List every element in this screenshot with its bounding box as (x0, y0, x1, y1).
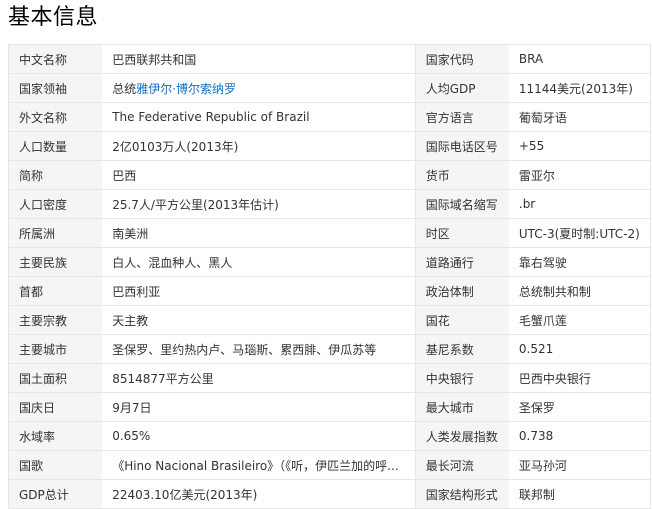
field-label: 人均GDP (414, 73, 509, 103)
field-label: 基尼系数 (414, 334, 509, 364)
field-value: +55 (508, 131, 651, 161)
field-label: 国际电话区号 (414, 131, 509, 161)
field-value: 8514877平方公里 (102, 363, 416, 393)
table-row: GDP总计 22403.10亿美元(2013年) 国家结构形式 联邦制 (8, 479, 651, 509)
field-value: 毛蟹爪莲 (508, 305, 651, 335)
field-value: 葡萄牙语 (508, 102, 651, 132)
field-value: 总统制共和制 (508, 276, 651, 306)
leader-name-link[interactable]: 雅伊尔·博尔索纳罗 (136, 82, 236, 96)
table-row: 主要城市 圣保罗、里约热内卢、马瑙斯、累西腓、伊瓜苏等 基尼系数 0.521 (8, 334, 651, 364)
field-label: 国家代码 (414, 44, 509, 74)
table-row: 国家领袖 总统雅伊尔·博尔索纳罗 人均GDP 11144美元(2013年) (8, 73, 651, 103)
basic-info-table: 中文名称 巴西联邦共和国 国家代码 BRA 国家领袖 总统雅伊尔·博尔索纳罗 人… (8, 44, 651, 509)
field-value-leader: 总统雅伊尔·博尔索纳罗 (102, 73, 416, 103)
field-label: 时区 (414, 218, 509, 248)
table-row: 水域率 0.65% 人类发展指数 0.738 (8, 421, 651, 451)
field-label: 所属洲 (8, 218, 103, 248)
field-value: 0.521 (508, 334, 651, 364)
field-value: 11144美元(2013年) (508, 73, 651, 103)
table-row: 中文名称 巴西联邦共和国 国家代码 BRA (8, 44, 651, 74)
field-value: 亚马孙河 (508, 450, 651, 480)
field-value: 巴西联邦共和国 (102, 44, 416, 74)
field-label: 人口数量 (8, 131, 103, 161)
table-row: 所属洲 南美洲 时区 UTC-3(夏时制:UTC-2) (8, 218, 651, 248)
table-row: 国歌 《Hino Nacional Brasileiro》（《听，伊匹兰加的呼.… (8, 450, 651, 480)
field-value: UTC-3(夏时制:UTC-2) (508, 218, 651, 248)
field-value: 天主教 (102, 305, 416, 335)
field-value: 圣保罗 (508, 392, 651, 422)
field-label: 首都 (8, 276, 103, 306)
field-value: 巴西 (102, 160, 416, 190)
field-label: 简称 (8, 160, 103, 190)
field-label: 最长河流 (414, 450, 509, 480)
field-label: 国家结构形式 (414, 479, 509, 509)
field-label: 主要民族 (8, 247, 103, 277)
field-label: 货币 (414, 160, 509, 190)
field-value: 白人、混血种人、黑人 (102, 247, 416, 277)
table-row: 国土面积 8514877平方公里 中央银行 巴西中央银行 (8, 363, 651, 393)
field-label: 人口密度 (8, 189, 103, 219)
table-row: 简称 巴西 货币 雷亚尔 (8, 160, 651, 190)
field-label: 国花 (414, 305, 509, 335)
field-label: 国家领袖 (8, 73, 103, 103)
field-value: 巴西中央银行 (508, 363, 651, 393)
field-label: 国庆日 (8, 392, 103, 422)
field-value: 南美洲 (102, 218, 416, 248)
table-row: 人口密度 25.7人/平方公里(2013年估计) 国际域名缩写 .br (8, 189, 651, 219)
field-label: 水域率 (8, 421, 103, 451)
field-label: 国际域名缩写 (414, 189, 509, 219)
field-value: 22403.10亿美元(2013年) (102, 479, 416, 509)
field-value: 联邦制 (508, 479, 651, 509)
field-value: 巴西利亚 (102, 276, 416, 306)
table-row: 主要宗教 天主教 国花 毛蟹爪莲 (8, 305, 651, 335)
field-label: 主要城市 (8, 334, 103, 364)
field-value: 雷亚尔 (508, 160, 651, 190)
table-row: 国庆日 9月7日 最大城市 圣保罗 (8, 392, 651, 422)
table-row: 外文名称 The Federative Republic of Brazil 官… (8, 102, 651, 132)
field-value: 靠右驾驶 (508, 247, 651, 277)
field-label: 国歌 (8, 450, 103, 480)
field-value: 2亿0103万人(2013年) (102, 131, 416, 161)
table-row: 人口数量 2亿0103万人(2013年) 国际电话区号 +55 (8, 131, 651, 161)
field-label: 道路通行 (414, 247, 509, 277)
field-value: .br (508, 189, 651, 219)
field-label: 中文名称 (8, 44, 103, 74)
field-value: BRA (508, 44, 651, 74)
table-row: 首都 巴西利亚 政治体制 总统制共和制 (8, 276, 651, 306)
field-value: 《Hino Nacional Brasileiro》（《听，伊匹兰加的呼... (102, 450, 416, 480)
field-value: The Federative Republic of Brazil (102, 102, 416, 132)
field-label: 主要宗教 (8, 305, 103, 335)
field-value: 0.738 (508, 421, 651, 451)
field-label: 中央银行 (414, 363, 509, 393)
field-label: 政治体制 (414, 276, 509, 306)
field-label: 官方语言 (414, 102, 509, 132)
field-value: 9月7日 (102, 392, 416, 422)
field-label: 人类发展指数 (414, 421, 509, 451)
table-row: 主要民族 白人、混血种人、黑人 道路通行 靠右驾驶 (8, 247, 651, 277)
field-label: 最大城市 (414, 392, 509, 422)
field-label: 国土面积 (8, 363, 103, 393)
field-value: 圣保罗、里约热内卢、马瑙斯、累西腓、伊瓜苏等 (102, 334, 416, 364)
page-title: 基本信息 (8, 5, 99, 30)
field-value: 0.65% (102, 421, 416, 451)
field-label: 外文名称 (8, 102, 103, 132)
field-value: 25.7人/平方公里(2013年估计) (102, 189, 416, 219)
field-label: GDP总计 (8, 479, 103, 509)
leader-title: 总统 (112, 81, 137, 96)
